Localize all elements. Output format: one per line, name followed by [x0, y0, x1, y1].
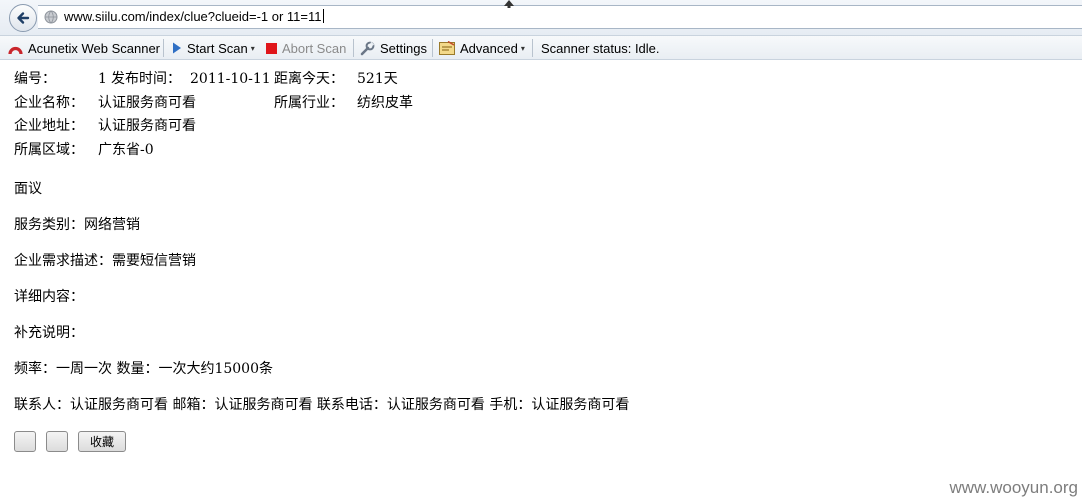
wrench-icon: [360, 41, 375, 55]
publish-label: 发布时间：: [111, 71, 181, 87]
details-text: 详细内容：: [14, 289, 84, 305]
address-label: 企业地址：: [14, 118, 84, 134]
mouse-cursor-icon: [504, 0, 514, 8]
region-value: 广东省-0: [98, 141, 154, 158]
toolbar-divider: [163, 39, 164, 57]
demand-text: 企业需求描述：需要短信营销: [14, 253, 196, 269]
industry-label: 所属行业：: [274, 94, 344, 111]
company-label: 企业名称：: [14, 94, 84, 111]
settings-button[interactable]: Settings: [360, 39, 427, 57]
advanced-button[interactable]: Advanced ▾: [439, 39, 525, 57]
scanner-status: Scanner status: Idle.: [541, 39, 660, 57]
toolbar-divider: [353, 39, 354, 57]
frequency-text: 频率：一周一次 数量：一次大约15000条: [14, 361, 273, 377]
contact-text: 联系人：认证服务商可看 邮箱：认证服务商可看 联系电话：认证服务商可看 手机：认…: [14, 397, 630, 413]
elapsed-label: 距离今天：: [274, 71, 344, 87]
acunetix-brand-label: Acunetix Web Scanner: [28, 40, 160, 56]
url-field[interactable]: www.siilu.com/index/clue?clueid=-1 or 11…: [38, 5, 1082, 29]
id-label: 编号：: [14, 71, 56, 87]
url-text: www.siilu.com/index/clue?clueid=-1 or 11…: [64, 9, 322, 24]
start-scan-button[interactable]: Start Scan ▾: [172, 39, 255, 57]
elapsed-value: 521天: [357, 71, 398, 87]
stop-icon: [266, 42, 277, 54]
start-scan-label: Start Scan: [187, 40, 248, 56]
industry-value: 纺织皮革: [357, 94, 413, 111]
advanced-dropdown-icon[interactable]: ▾: [521, 44, 525, 53]
address-value: 认证服务商可看: [98, 118, 196, 134]
start-scan-dropdown-icon[interactable]: ▾: [251, 44, 255, 53]
play-icon: [173, 42, 181, 54]
acunetix-toolbar: Acunetix Web Scanner Start Scan ▾ Abort …: [0, 36, 1082, 60]
empty-button-2[interactable]: [46, 431, 68, 452]
toolbar-divider: [432, 39, 433, 57]
scanner-status-label: Scanner status: Idle.: [541, 40, 660, 56]
back-arrow-icon: [17, 12, 30, 24]
region-row: 所属区域： 广东省-0: [14, 139, 814, 163]
abort-scan-label: Abort Scan: [282, 40, 347, 56]
watermark-text: www.wooyun.org: [949, 478, 1078, 497]
back-button[interactable]: [9, 4, 37, 32]
address-bar-row: www.siilu.com/index/clue?clueid=-1 or 11…: [0, 0, 1082, 36]
supplement-text: 补充说明：: [14, 325, 84, 341]
advanced-label: Advanced: [460, 40, 518, 56]
abort-scan-button[interactable]: Abort Scan: [266, 39, 346, 57]
collect-button[interactable]: 收藏: [78, 431, 126, 452]
clue-details: 编号： 1 发布时间： 2011-10-11 距离今天： 521天 企业名称： …: [14, 68, 814, 162]
address-row: 企业地址： 认证服务商可看: [14, 115, 814, 139]
id-value: 1: [98, 71, 107, 87]
publish-value: 2011-10-11: [190, 71, 271, 87]
price-text: 面议: [14, 181, 42, 197]
globe-icon: [44, 10, 58, 24]
text-caret: [322, 9, 324, 23]
toolbar-divider: [532, 39, 533, 57]
company-row: 企业名称： 认证服务商可看 所属行业： 纺织皮革: [14, 92, 814, 116]
company-value: 认证服务商可看: [98, 94, 196, 111]
empty-button-1[interactable]: [14, 431, 36, 452]
service-type-text: 服务类别：网络营销: [14, 217, 140, 233]
settings-label: Settings: [380, 40, 427, 56]
acunetix-brand[interactable]: Acunetix Web Scanner: [8, 39, 160, 57]
advanced-options-icon: [439, 41, 455, 55]
clue-meta-row: 编号： 1 发布时间： 2011-10-11 距离今天： 521天: [14, 68, 814, 92]
region-label: 所属区域：: [14, 141, 84, 158]
acunetix-logo-icon: [8, 46, 23, 55]
